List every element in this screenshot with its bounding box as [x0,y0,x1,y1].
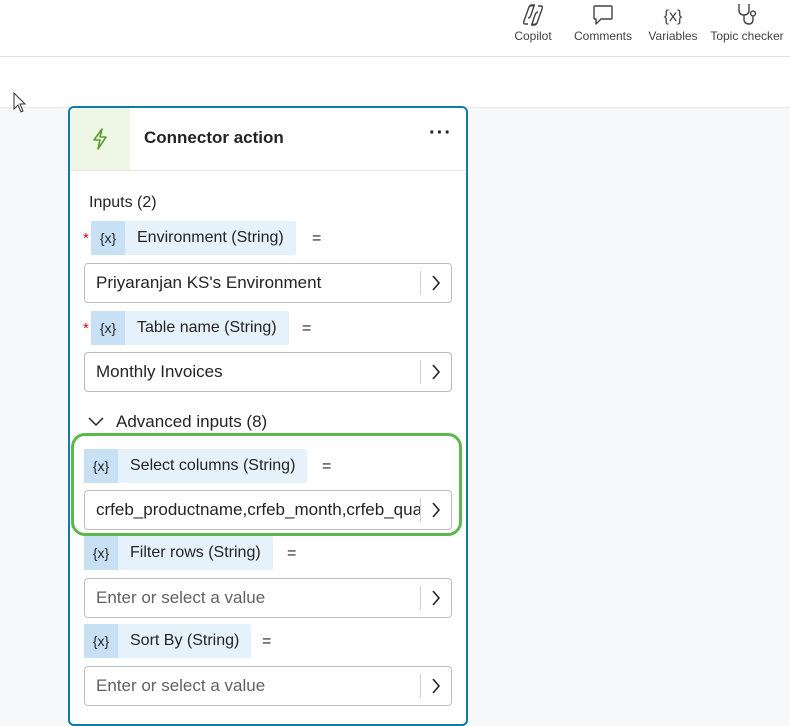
advanced-inputs-label: Advanced inputs (8) [116,412,268,431]
variable-name: Filter rows (String) [130,544,261,561]
copilot-button[interactable]: Copilot [510,0,556,56]
copilot-label: Copilot [514,29,552,43]
comment-icon [592,0,614,26]
table-name-value: Monthly Invoices [96,362,223,381]
variable-icon: {x} [91,221,125,255]
equals-sign: = [262,633,272,650]
mouse-pointer-icon [13,91,27,119]
variables-label: Variables [648,29,698,43]
variables-button[interactable]: {x} Variables [646,0,700,56]
filter-rows-placeholder: Enter or select a value [96,588,266,607]
lightning-bolt-icon [70,108,130,170]
variable-chip-table-name: {x} Table name (String) [91,311,289,345]
variables-icon: {x} [663,8,683,25]
card-title: Connector action [144,128,284,147]
variable-chip-select-columns: {x} Select columns (String) [84,449,308,483]
environment-value: Priyaranjan KS's Environment [96,273,322,292]
equals-sign: = [312,230,322,247]
sort-by-placeholder: Enter or select a value [96,676,266,695]
variable-name: Sort By (String) [130,632,240,649]
required-mark: * [83,230,89,247]
more-options-button[interactable]: ··· [429,122,452,145]
variable-chip-environment: {x} Environment (String) [91,221,296,255]
variable-icon: {x} [84,449,118,483]
select-columns-value: crfeb_productname,crfeb_month,crfeb_quan… [96,500,421,519]
chevron-right-icon[interactable] [421,353,451,391]
select-columns-field[interactable]: crfeb_productname,crfeb_month,crfeb_quan… [84,490,452,530]
variable-name: Select columns (String) [130,457,296,474]
required-mark: * [83,320,89,337]
chevron-right-icon[interactable] [421,491,451,529]
table-name-field[interactable]: Monthly Invoices [84,352,452,392]
comments-button[interactable]: Comments [571,0,635,56]
topic-checker-button[interactable]: Topic checker [706,0,788,56]
card-header: Connector action ··· [70,108,466,171]
chevron-right-icon[interactable] [421,264,451,302]
filter-rows-field[interactable]: Enter or select a value [84,578,452,618]
variable-icon: {x} [84,624,118,658]
variable-chip-sort-by: {x} Sort By (String) [84,624,252,658]
canvas-header-strip [0,57,790,108]
chevron-right-icon[interactable] [421,579,451,617]
comments-label: Comments [573,29,632,43]
variable-icon: {x} [91,311,125,345]
advanced-inputs-toggle[interactable]: Advanced inputs (8) [88,412,267,432]
variable-icon: {x} [84,536,118,570]
variable-name: Environment (String) [137,229,284,246]
sort-by-field[interactable]: Enter or select a value [84,666,452,706]
equals-sign: = [302,320,312,337]
topic-checker-label: Topic checker [710,29,784,43]
variable-chip-filter-rows: {x} Filter rows (String) [84,536,273,570]
equals-sign: = [287,545,297,562]
chevron-down-icon [88,412,104,432]
stethoscope-icon [735,0,759,26]
top-toolbar: Copilot Comments {x} Variables Topic che… [0,0,790,57]
equals-sign: = [322,458,332,475]
chevron-right-icon[interactable] [421,667,451,705]
environment-field[interactable]: Priyaranjan KS's Environment [84,263,452,303]
variable-name: Table name (String) [137,319,277,336]
copilot-icon [521,0,545,26]
inputs-title: Inputs (2) [89,194,157,211]
